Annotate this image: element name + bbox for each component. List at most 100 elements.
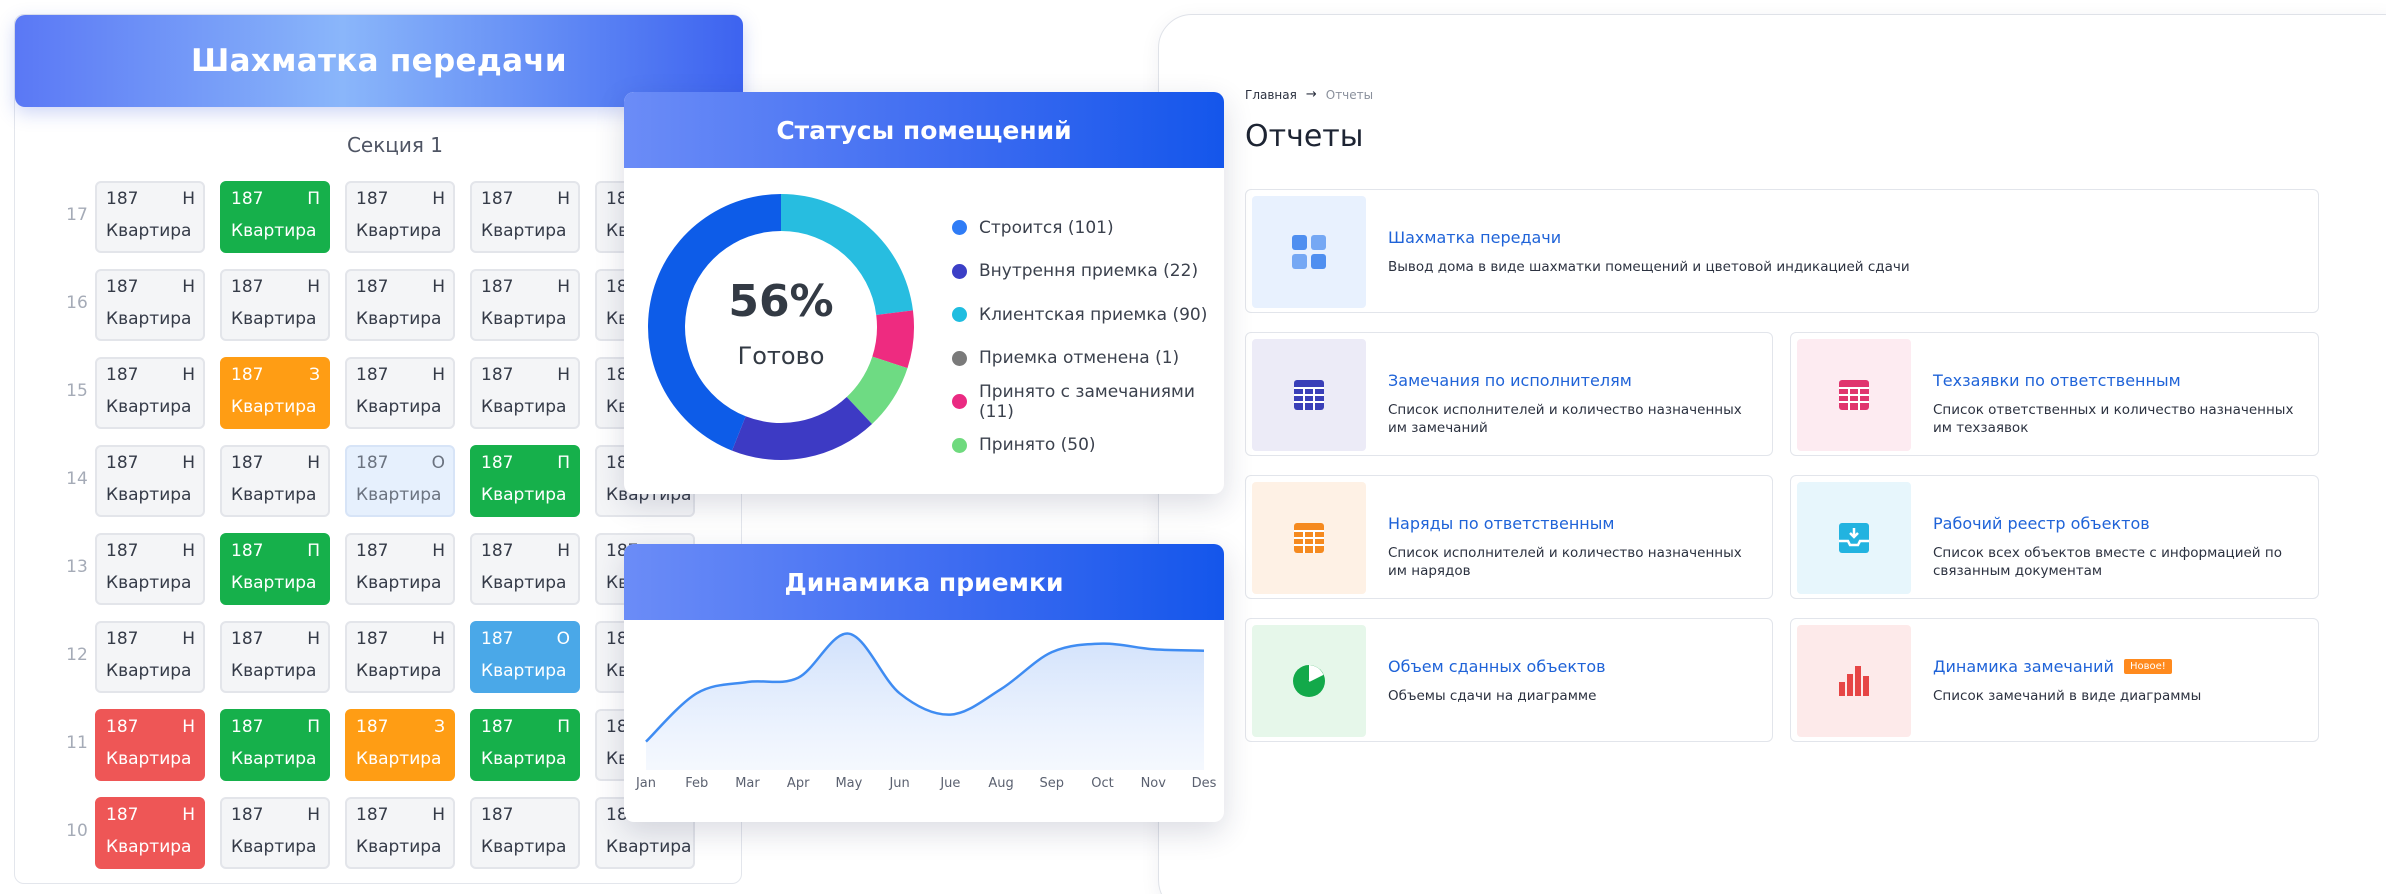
- cell-type: Квартира: [106, 573, 192, 593]
- table-icon-svg: [1294, 380, 1324, 410]
- cell-header: 187 Н: [106, 629, 195, 649]
- apartment-cell[interactable]: 187 Н Квартира: [345, 269, 455, 341]
- cell-number: 187: [481, 365, 514, 385]
- apartment-cell[interactable]: 187 Н Квартира: [345, 357, 455, 429]
- cell-type: Квартира: [481, 397, 567, 417]
- report-card[interactable]: Замечания по исполнителям Список исполнит…: [1245, 332, 1773, 456]
- report-title-text: Техзаявки по ответственным: [1933, 371, 2181, 390]
- apartment-cell[interactable]: 187 Н Квартира: [345, 533, 455, 605]
- apartment-cell[interactable]: 187 Н Квартира: [95, 709, 205, 781]
- cell-type: Квартира: [106, 397, 192, 417]
- cell-type: Квартира: [481, 309, 567, 329]
- apartment-cell[interactable]: 187 З Квартира: [345, 709, 455, 781]
- cell-number: 187: [481, 277, 514, 297]
- breadcrumb-home-link[interactable]: Главная: [1245, 88, 1297, 102]
- x-tick-label: Jun: [889, 776, 910, 791]
- cell-number: 187: [231, 717, 264, 737]
- apartment-cell[interactable]: 187 П Квартира: [470, 709, 580, 781]
- table-icon: [1252, 339, 1366, 451]
- report-card[interactable]: Объем сданных объектов Объемы сдачи на ди…: [1245, 618, 1773, 742]
- apartment-cell[interactable]: 187 Н Квартира: [95, 269, 205, 341]
- report-card[interactable]: Динамика замечаний Новое! Список замечаний…: [1790, 618, 2319, 742]
- apartment-cell[interactable]: 187 Н Квартира: [345, 621, 455, 693]
- cell-status-code: Н: [557, 365, 570, 385]
- legend-item: Принято с замечаниями (11): [952, 380, 1224, 424]
- report-title-link[interactable]: Рабочий реестр объектов: [1933, 514, 2150, 533]
- report-title-link[interactable]: Шахматка передачи: [1388, 228, 1561, 247]
- cell-number: 187: [106, 805, 139, 825]
- apartment-cell[interactable]: 187 П Квартира: [470, 445, 580, 517]
- cell-status-code: Н: [182, 189, 195, 209]
- apartment-cell[interactable]: 187 О Квартира: [345, 445, 455, 517]
- apartment-cell[interactable]: 187 Н Квартира: [345, 181, 455, 253]
- cell-number: 187: [481, 541, 514, 561]
- report-title-text: Динамика замечаний: [1933, 657, 2114, 676]
- table-icon: [1797, 339, 1911, 451]
- apartment-cell[interactable]: 187 Н Квартира: [220, 621, 330, 693]
- x-tick-label: Nov: [1140, 776, 1166, 791]
- cell-status-code: Н: [182, 277, 195, 297]
- apartment-cell[interactable]: 187 П Квартира: [220, 181, 330, 253]
- cell-type: Квартира: [481, 749, 567, 769]
- apartment-cell[interactable]: 187 Н Квартира: [220, 269, 330, 341]
- report-title-link[interactable]: Техзаявки по ответственным: [1933, 371, 2181, 390]
- x-tick-label: Jan: [635, 776, 657, 791]
- report-title-link[interactable]: Замечания по исполнителям: [1388, 371, 1632, 390]
- report-card[interactable]: Наряды по ответственным Список исполнител…: [1245, 475, 1773, 599]
- cell-header: 187 Н: [481, 365, 570, 385]
- legend-label: Приемка отменена (1): [979, 348, 1180, 369]
- cell-status-code: О: [431, 453, 445, 473]
- legend-dot-icon: [952, 394, 967, 410]
- floor-number: 17: [66, 205, 88, 225]
- apartment-cell[interactable]: 187 Н Квартира: [470, 357, 580, 429]
- cell-status-code: П: [307, 541, 320, 561]
- apartment-cell[interactable]: 187 З Квартира: [220, 357, 330, 429]
- x-tick-label: Des: [1191, 776, 1217, 791]
- donut-svg: [648, 194, 914, 460]
- statuses-header: Статусы помещений: [624, 92, 1224, 168]
- apartment-cell[interactable]: 187 Н Квартира: [95, 621, 205, 693]
- report-card[interactable]: Рабочий реестр объектов Список всех объек…: [1790, 475, 2319, 599]
- apartment-cell[interactable]: 187 Н Квартира: [470, 269, 580, 341]
- report-title-link[interactable]: Объем сданных объектов: [1388, 657, 1606, 676]
- cell-number: 187: [106, 541, 139, 561]
- report-card[interactable]: Шахматка передачи Вывод дома в виде шахма…: [1245, 189, 2319, 313]
- legend-dot-icon: [952, 220, 967, 236]
- legend-item: Внутрення приемка (22): [952, 250, 1224, 294]
- breadcrumb: Главная → Отчеты: [1245, 87, 1373, 102]
- apartment-cell[interactable]: 187 Н Квартира: [95, 445, 205, 517]
- apartment-cell[interactable]: 187 Н Квартира: [220, 797, 330, 869]
- apartment-cell[interactable]: 187 О Квартира: [470, 621, 580, 693]
- pie-chart-icon-svg: [1293, 665, 1325, 697]
- report-card[interactable]: Техзаявки по ответственным Список ответст…: [1790, 332, 2319, 456]
- apartment-cell[interactable]: 187 Н Квартира: [95, 533, 205, 605]
- legend-item: Клиентская приемка (90): [952, 293, 1224, 337]
- report-title-text: Объем сданных объектов: [1388, 657, 1606, 676]
- cell-header: 187 Н: [356, 541, 445, 561]
- apartment-cell[interactable]: 187 Н Квартира: [470, 181, 580, 253]
- apartment-cell[interactable]: 187 Н Квартира: [470, 533, 580, 605]
- cell-status-code: Н: [432, 805, 445, 825]
- x-tick-label: Oct: [1091, 776, 1114, 791]
- apartment-cell[interactable]: 187 Н Квартира: [220, 445, 330, 517]
- cell-status-code: Н: [182, 717, 195, 737]
- floor-number: 15: [66, 381, 88, 401]
- cell-status-code: П: [557, 453, 570, 473]
- cell-header: 187 Н: [106, 453, 195, 473]
- apartment-cell[interactable]: 187 Квартира: [470, 797, 580, 869]
- apartment-cell[interactable]: 187 Н Квартира: [345, 797, 455, 869]
- apartment-cell[interactable]: 187 Н Квартира: [95, 181, 205, 253]
- cell-status-code: Н: [307, 629, 320, 649]
- report-title-link[interactable]: Динамика замечаний Новое!: [1933, 657, 2172, 676]
- floor-number: 10: [66, 821, 88, 841]
- apartment-cell[interactable]: 187 П Квартира: [220, 533, 330, 605]
- cell-number: 187: [356, 189, 389, 209]
- report-title-link[interactable]: Наряды по ответственным: [1388, 514, 1614, 533]
- apartment-cell[interactable]: 187 Н Квартира: [95, 357, 205, 429]
- apartment-cell[interactable]: 187 П Квартира: [220, 709, 330, 781]
- apartment-cell[interactable]: 187 Н Квартира: [95, 797, 205, 869]
- table-icon: [1252, 482, 1366, 594]
- cell-type: Квартира: [231, 221, 317, 241]
- cell-type: Квартира: [356, 397, 442, 417]
- cell-header: 187 Н: [106, 189, 195, 209]
